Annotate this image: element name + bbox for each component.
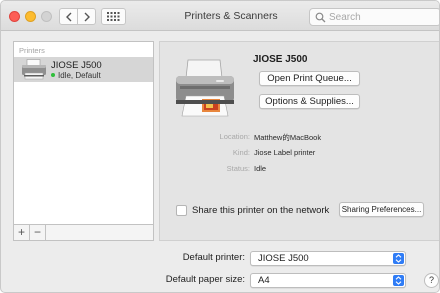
kind-value: Jiose Label printer: [254, 148, 316, 157]
status-value: Idle: [254, 164, 267, 173]
printer-icon: [22, 59, 46, 80]
select-stepper: [393, 253, 404, 264]
status-dot-icon: [51, 73, 55, 77]
printer-list-item[interactable]: JIOSE J500 Idle, Default: [14, 57, 153, 82]
printer-list-toolbar: + −: [13, 224, 154, 241]
add-printer-button[interactable]: +: [14, 225, 30, 240]
close-window-button[interactable]: [9, 11, 20, 22]
printer-large-icon: [176, 59, 234, 117]
share-printer-label[interactable]: Share this printer on the network: [192, 205, 329, 216]
default-paper-size-value: A4: [258, 275, 270, 286]
window-title: Printers & Scanners: [184, 10, 278, 22]
chevron-updown-icon: [395, 276, 402, 285]
default-printer-label: Default printer:: [182, 252, 245, 263]
remove-printer-button[interactable]: −: [30, 225, 46, 240]
default-paper-size-select[interactable]: A4: [250, 273, 406, 288]
location-value: Matthew的MacBook: [254, 133, 322, 142]
printers-scanners-window: Printers & Scanners Search Printers JIOS…: [0, 0, 440, 293]
grid-icon: [107, 12, 120, 21]
chevron-updown-icon: [395, 254, 402, 263]
search-icon: [315, 12, 326, 23]
share-printer-checkbox[interactable]: [176, 205, 187, 216]
chevron-right-icon: [84, 12, 90, 21]
title-bar: Printers & Scanners Search: [1, 1, 439, 31]
chevron-left-icon: [65, 12, 71, 21]
select-stepper: [393, 275, 404, 286]
search-placeholder: Search: [329, 12, 361, 23]
zoom-window-button[interactable]: [41, 11, 52, 22]
printer-list-header: Printers: [19, 46, 45, 55]
printer-detail-pane: JIOSE J500 Open Print Queue... Options &…: [159, 41, 439, 241]
minimize-window-button[interactable]: [25, 11, 36, 22]
show-all-button[interactable]: [101, 8, 126, 25]
kind-label: Kind:: [232, 148, 250, 157]
printer-list-item-name: JIOSE J500: [51, 60, 102, 71]
default-printer-select[interactable]: JIOSE J500: [250, 251, 406, 266]
help-button[interactable]: ?: [424, 273, 439, 288]
sharing-preferences-button[interactable]: Sharing Preferences...: [339, 202, 424, 217]
search-field[interactable]: Search: [309, 8, 439, 26]
status-label: Status:: [226, 164, 250, 173]
options-supplies-button[interactable]: Options & Supplies...: [259, 94, 360, 109]
default-printer-value: JIOSE J500: [258, 253, 309, 264]
default-paper-size-label: Default paper size:: [165, 274, 245, 285]
back-button[interactable]: [59, 8, 78, 25]
printer-list-item-status: Idle, Default: [58, 71, 101, 80]
open-print-queue-button[interactable]: Open Print Queue...: [259, 71, 360, 86]
location-label: Location:: [219, 132, 250, 141]
forward-button[interactable]: [77, 8, 96, 25]
selected-printer-name: JIOSE J500: [253, 54, 308, 65]
printer-list[interactable]: Printers JIOSE J500 Idle, Default: [13, 41, 154, 241]
